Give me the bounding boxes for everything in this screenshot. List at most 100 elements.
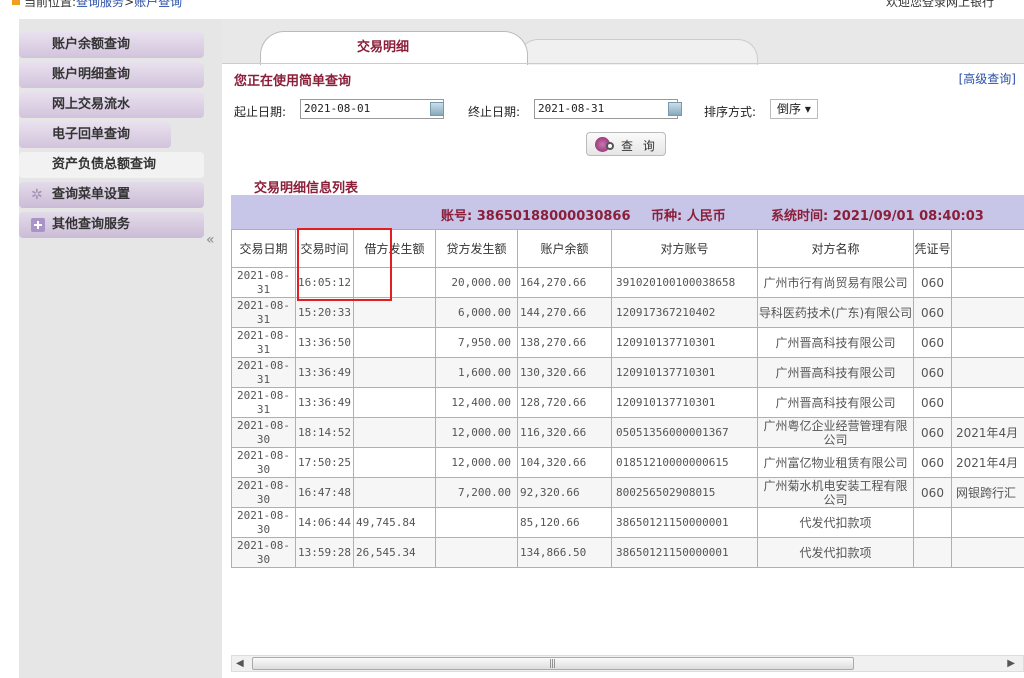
cell-voucher: 060 bbox=[913, 357, 952, 388]
sidebar-item-balance[interactable]: 账户余额查询 bbox=[19, 32, 204, 58]
column-header[interactable]: 账户余额 bbox=[517, 229, 612, 268]
cell-date: 2021-08-30 bbox=[231, 417, 296, 448]
cell-time: 15:20:33 bbox=[295, 297, 354, 328]
query-button[interactable]: 查 询 bbox=[586, 132, 666, 156]
table-row[interactable]: 2021-08-31 13:36:50 7,950.00 138,270.66 1209… bbox=[231, 327, 1024, 358]
cell-date: 2021-08-31 bbox=[231, 327, 296, 358]
table-row[interactable]: 2021-08-30 14:06:44 49,745.84 85,120.66 3865… bbox=[231, 507, 1024, 538]
table-body: 2021-08-31 16:05:12 20,000.00 164,270.66 391… bbox=[231, 267, 1024, 568]
calendar-icon[interactable] bbox=[430, 102, 444, 116]
magnifier-icon bbox=[606, 142, 614, 150]
sidebar: 账户余额查询 账户明细查询 网上交易流水 电子回单查询 资产负债总额查询 ✲ 查询… bbox=[19, 32, 204, 242]
plus-box-icon bbox=[31, 218, 45, 232]
table-row[interactable]: 2021-08-30 13:59:28 26,545.34 134,866.50 386… bbox=[231, 537, 1024, 568]
breadcrumb-link-query[interactable]: 查询服务 bbox=[76, 0, 124, 9]
sidebar-item-label: 账户余额查询 bbox=[52, 37, 131, 52]
column-header[interactable]: 借方发生额 bbox=[353, 229, 436, 268]
main-panel: 交易明细 您正在使用简单查询 [高级查询] 起止日期: 2021-08-01 终… bbox=[222, 19, 1024, 678]
sidebar-item-e-receipt[interactable]: 电子回单查询 bbox=[19, 122, 171, 148]
cell-debit bbox=[353, 477, 436, 508]
breadcrumb-link-account[interactable]: 账户查询 bbox=[134, 0, 182, 9]
advanced-query-link[interactable]: [高级查询] bbox=[959, 70, 1016, 87]
breadcrumb-bar: 当前位置:查询服务>账户查询 欢迎您登录网上银行 bbox=[0, 0, 1024, 9]
cell-voucher bbox=[913, 507, 952, 538]
cell-voucher: 060 bbox=[913, 297, 952, 328]
cell-debit bbox=[353, 447, 436, 478]
table-row[interactable]: 2021-08-30 17:50:25 12,000.00 104,320.66 018… bbox=[231, 447, 1024, 478]
sidebar-collapse-icon[interactable]: « bbox=[206, 232, 215, 248]
column-header[interactable]: 对方账号 bbox=[611, 229, 758, 268]
column-header[interactable]: 贷方发生额 bbox=[435, 229, 518, 268]
sidebar-item-detail[interactable]: 账户明细查询 bbox=[19, 62, 204, 88]
scroll-right-icon[interactable]: ▶ bbox=[1007, 658, 1015, 669]
transaction-table: 交易日期 交易时间 借方发生额 贷方发生额 账户余额 对方账号 对方名称 凭证号… bbox=[231, 229, 1024, 568]
cell-voucher: 060 bbox=[913, 477, 952, 508]
cell-counterparty-name: 广州晋高科技有限公司 bbox=[757, 357, 914, 388]
cell-counterparty-name: 代发代扣款项 bbox=[757, 507, 914, 538]
cell-remark bbox=[951, 327, 1024, 358]
cell-balance: 104,320.66 bbox=[517, 447, 612, 478]
cell-counterparty-name: 广州富亿物业租赁有限公司 bbox=[757, 447, 914, 478]
tab-transaction-detail[interactable]: 交易明细 bbox=[260, 31, 528, 65]
table-row[interactable]: 2021-08-31 13:36:49 1,600.00 130,320.66 1209… bbox=[231, 357, 1024, 388]
cell-date: 2021-08-31 bbox=[231, 267, 296, 298]
column-header[interactable]: 对方名称 bbox=[757, 229, 914, 268]
cell-balance: 130,320.66 bbox=[517, 357, 612, 388]
table-row[interactable]: 2021-08-30 16:47:48 7,200.00 92,320.66 80025… bbox=[231, 477, 1024, 508]
cell-balance: 134,866.50 bbox=[517, 537, 612, 568]
start-date-input[interactable]: 2021-08-01 bbox=[300, 99, 444, 119]
cell-balance: 144,270.66 bbox=[517, 297, 612, 328]
sidebar-item-online-flow[interactable]: 网上交易流水 bbox=[19, 92, 204, 118]
welcome-text: 欢迎您登录网上银行 bbox=[885, 0, 994, 9]
sidebar-item-assets[interactable]: 资产负债总额查询 bbox=[19, 152, 204, 178]
table-row[interactable]: 2021-08-31 16:05:12 20,000.00 164,270.66 391… bbox=[231, 267, 1024, 298]
cell-voucher bbox=[913, 537, 952, 568]
tab-divider bbox=[222, 63, 1024, 64]
cell-credit bbox=[435, 537, 518, 568]
sidebar-section-other-services[interactable]: 其他查询服务 bbox=[19, 212, 204, 238]
cell-debit: 26,545.34 bbox=[353, 537, 436, 568]
cell-debit: 49,745.84 bbox=[353, 507, 436, 538]
scroll-thumb[interactable]: ||| bbox=[252, 657, 854, 670]
table-row[interactable]: 2021-08-31 13:36:49 12,400.00 128,720.66 120… bbox=[231, 387, 1024, 418]
end-date-input[interactable]: 2021-08-31 bbox=[534, 99, 678, 119]
cell-counterparty-name: 广州晋高科技有限公司 bbox=[757, 327, 914, 358]
cell-voucher: 060 bbox=[913, 267, 952, 298]
cell-balance: 85,120.66 bbox=[517, 507, 612, 538]
table-row[interactable]: 2021-08-30 18:14:52 12,000.00 116,320.66 050… bbox=[231, 417, 1024, 448]
column-header[interactable]: 交易时间 bbox=[295, 229, 354, 268]
breadcrumb-prefix: 当前位置: bbox=[24, 0, 77, 9]
transaction-grid: 账号: 38650188000030866 币种: 人民币 系统时间: 2021… bbox=[231, 195, 1024, 655]
cell-counterparty-name: 导科医药技术(广东)有限公司 bbox=[757, 297, 914, 328]
cell-time: 16:47:48 bbox=[295, 477, 354, 508]
cell-time: 13:36:49 bbox=[295, 387, 354, 418]
cell-time: 17:50:25 bbox=[295, 447, 354, 478]
cell-debit bbox=[353, 327, 436, 358]
sort-select[interactable]: 倒序 ▾ bbox=[770, 99, 818, 119]
cell-balance: 128,720.66 bbox=[517, 387, 612, 418]
cell-credit: 6,000.00 bbox=[435, 297, 518, 328]
start-date-label: 起止日期: bbox=[234, 105, 287, 119]
table-row[interactable]: 2021-08-31 15:20:33 6,000.00 144,270.66 1209… bbox=[231, 297, 1024, 328]
sidebar-section-menu-settings[interactable]: ✲ 查询菜单设置 bbox=[19, 182, 204, 208]
cell-counterparty-account: 120910137710301 bbox=[611, 357, 758, 388]
cell-credit: 12,000.00 bbox=[435, 417, 518, 448]
cell-credit bbox=[435, 507, 518, 538]
column-header[interactable]: 交易日期 bbox=[231, 229, 296, 268]
calendar-icon[interactable] bbox=[668, 102, 682, 116]
cell-counterparty-account: 120917367210402 bbox=[611, 297, 758, 328]
scroll-left-icon[interactable]: ◀ bbox=[236, 658, 244, 669]
horizontal-scrollbar[interactable]: ◀ ||| ▶ bbox=[231, 655, 1024, 672]
cell-time: 13:59:28 bbox=[295, 537, 354, 568]
cell-debit bbox=[353, 387, 436, 418]
sort-label: 排序方式: bbox=[704, 105, 757, 119]
end-date-label: 终止日期: bbox=[468, 105, 521, 119]
cell-voucher: 060 bbox=[913, 387, 952, 418]
cell-remark: 2021年4月 bbox=[951, 417, 1024, 448]
column-header[interactable]: 凭证号 bbox=[913, 229, 952, 268]
cell-remark bbox=[951, 357, 1024, 388]
column-header[interactable] bbox=[951, 229, 1024, 268]
cell-counterparty-name: 代发代扣款项 bbox=[757, 537, 914, 568]
sort-select-value: 倒序 bbox=[777, 102, 802, 116]
scroll-grip-icon: ||| bbox=[549, 659, 556, 669]
